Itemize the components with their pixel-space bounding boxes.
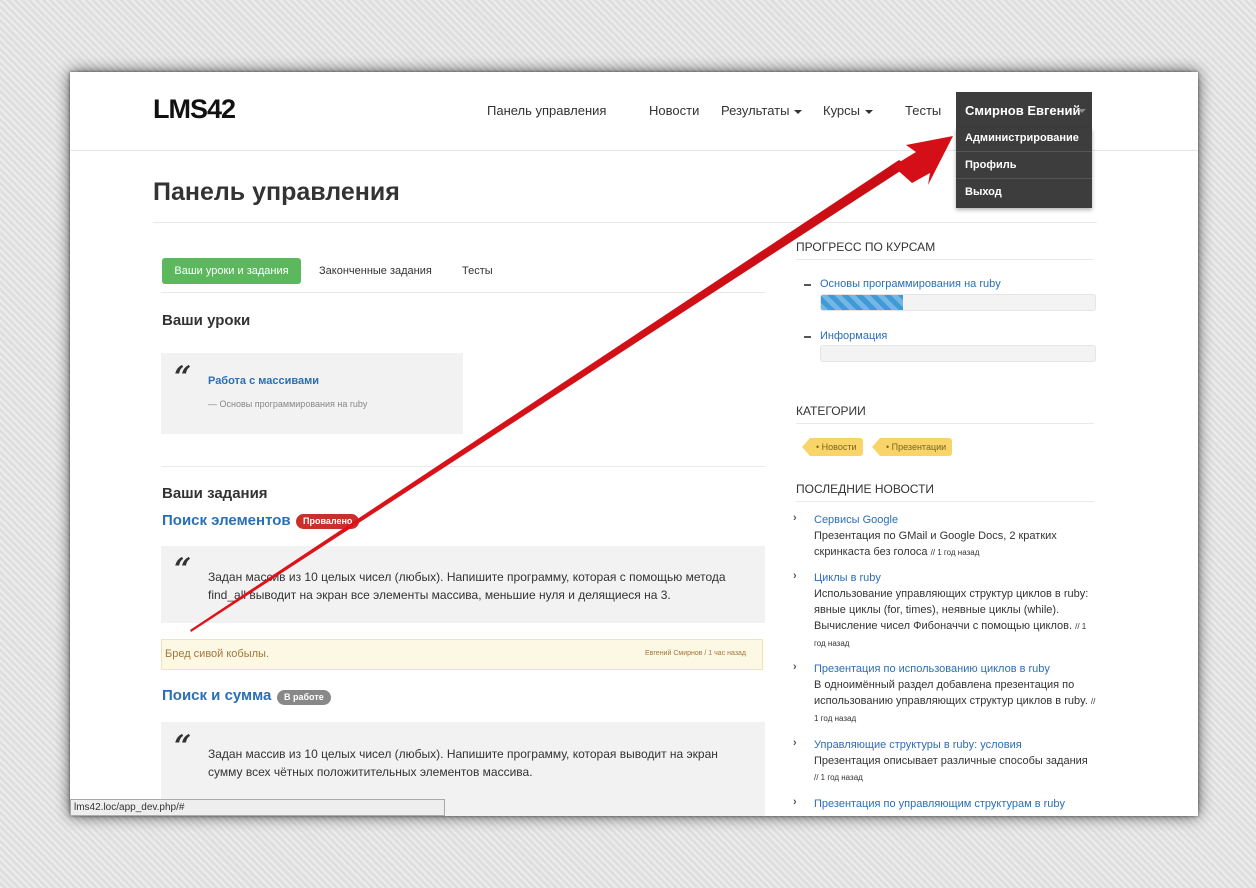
news-title-link[interactable]: Презентация по управляющим структурам в … [801,797,1096,812]
menu-divider [956,151,1092,152]
nav-courses-label: Курсы [823,103,861,118]
news-heading: ПОСЛЕДНИЕ НОВОСТИ [796,482,935,496]
nav-results[interactable]: Результаты [721,103,803,118]
progress-heading: ПРОГРЕСС ПО КУРСАМ [796,240,936,254]
menu-item-logout[interactable]: Выход [965,186,1002,198]
menu-item-admin[interactable]: Администрирование [965,132,1079,144]
lessons-heading: Ваши уроки [162,312,251,329]
lesson-link[interactable]: Работа с массивами [208,375,319,387]
news-item: › Презентация по управляющим структурам … [793,796,1096,812]
lesson-card: “ Работа с массивами — Основы программир… [161,353,463,434]
news-body: Использование управляющих структур цикло… [814,588,1089,632]
news-body: Презентация описывает различные способы … [814,755,1088,767]
divider [796,259,1094,260]
caret-down-icon [865,109,874,114]
course-progress-link[interactable]: Информация [820,330,887,342]
news-body: В одноимённый раздел добавлена презентац… [814,679,1088,707]
category-tag[interactable]: • Новости [802,438,863,456]
news-time: // 1 год назад [814,773,863,782]
menu-item-profile[interactable]: Профиль [965,159,1016,171]
menu-divider [956,178,1092,179]
divider [796,501,1094,502]
course-progress-bar [820,345,1096,362]
quote-icon: “ [174,729,192,764]
minus-icon[interactable] [804,284,811,286]
news-item: › Управляющие структуры в ruby: условия … [793,737,1096,786]
nav-courses[interactable]: Курсы [823,103,874,118]
tab-tests[interactable]: Тесты [462,265,493,277]
nav-results-label: Результаты [721,103,790,118]
quote-icon: “ [174,360,192,395]
lesson-course: — Основы программирования на ruby [208,399,368,409]
comment-meta: Евгений Смирнов / 1 час назад [645,650,746,657]
page-title: Панель управления [153,178,400,206]
tab-finished-tasks[interactable]: Законченные задания [319,265,432,277]
comment-text: Бред сивой кобылы. [165,648,270,660]
news-title-link[interactable]: Циклы в ruby [801,571,1096,586]
categories-heading: КАТЕГОРИИ [796,404,866,418]
tasks-heading: Ваши задания [162,485,268,502]
divider [153,222,1097,223]
status-badge-in-progress: В работе [277,690,331,705]
chevron-right-icon: › [793,661,797,673]
user-menu-toggle[interactable]: Смирнов Евгений [956,92,1092,128]
task-comment: Бред сивой кобылы. Евгений Смирнов / 1 ч… [161,639,763,670]
chevron-right-icon: › [793,512,797,524]
quote-icon: “ [174,552,192,587]
tabs-divider [161,292,765,293]
nav-dashboard[interactable]: Панель управления [487,103,606,118]
chevron-right-icon: › [793,737,797,749]
news-item: › Презентация по использованию циклов в … [793,661,1096,727]
divider [796,423,1094,424]
task-text: Задан массив из 10 целых чисел (любых). … [208,747,718,779]
news-item: › Сервисы Google Презентация по GMail и … [793,512,1096,561]
brand-logo[interactable]: LMS42 [153,94,236,125]
chevron-right-icon: › [793,570,797,582]
task-title-link[interactable]: Поиск элементов [162,512,291,529]
course-progress-bar [820,294,1096,311]
progress-fill [821,295,904,310]
task-title-link[interactable]: Поиск и сумма [162,687,271,704]
task-text: Задан массив из 10 целых чисел (любых). … [208,570,726,602]
user-dropdown-menu: Администрирование Профиль Выход [956,128,1092,208]
tab-lessons-tasks[interactable]: Ваши уроки и задания [162,258,301,284]
news-title-link[interactable]: Сервисы Google [801,513,1096,528]
caret-down-icon [1078,109,1086,113]
browser-viewport: LMS42 Панель управления Новости Результа… [70,72,1198,816]
divider [161,466,765,467]
news-time: // 1 год назад [930,548,980,557]
minus-icon[interactable] [804,336,811,338]
news-title-link[interactable]: Презентация по использованию циклов в ru… [801,662,1096,677]
news-title-link[interactable]: Управляющие структуры в ruby: условия [801,738,1096,753]
user-name: Смирнов Евгений [965,103,1081,118]
status-badge-failed: Провалено [296,514,360,529]
nav-news[interactable]: Новости [649,103,699,118]
caret-down-icon [794,109,803,114]
nav-tests[interactable]: Тесты [905,103,941,118]
course-progress-link[interactable]: Основы программирования на ruby [820,278,1001,290]
task-card: “ Задан массив из 10 целых чисел (любых)… [161,546,765,623]
news-item: › Циклы в ruby Использование управляющих… [793,570,1096,652]
browser-status-bar: lms42.loc/app_dev.php/# [70,799,445,816]
chevron-right-icon: › [793,796,797,808]
category-tag[interactable]: • Презентации [871,438,953,456]
